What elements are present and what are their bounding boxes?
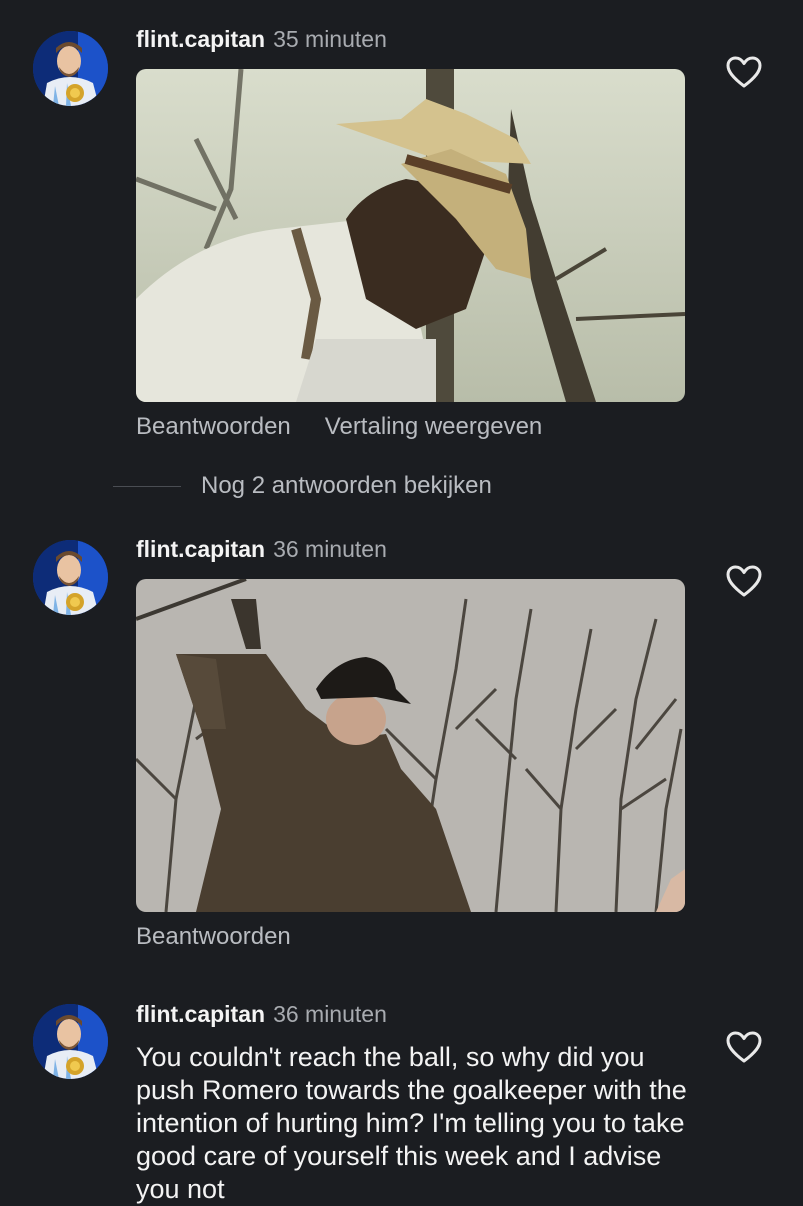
avatar[interactable] <box>33 1004 108 1079</box>
comment-item: flint.capitan 36 minuten You couldn't rea… <box>0 0 803 1204</box>
comment-text: You couldn't reach the ball, so why did … <box>136 1042 695 1204</box>
timestamp: 36 minuten <box>273 1001 387 1027</box>
comment-meta: flint.capitan 36 minuten <box>136 1000 387 1028</box>
avatar-image <box>33 1004 108 1079</box>
like-heart-icon[interactable] <box>725 1030 763 1064</box>
username[interactable]: flint.capitan <box>136 1001 265 1027</box>
